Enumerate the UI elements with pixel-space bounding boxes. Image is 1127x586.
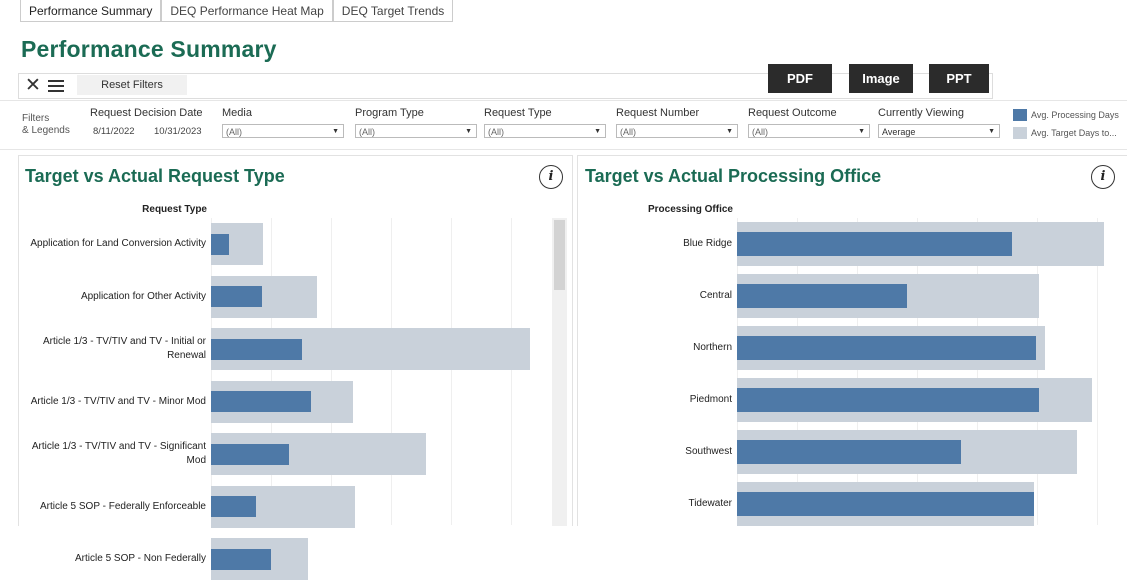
filter-bar: Filters & Legends Request Decision Date …	[0, 100, 1127, 150]
request-number-dropdown[interactable]: (All) ▼	[616, 124, 738, 138]
processing-office-panel-title: Target vs Actual Processing Office	[585, 166, 882, 186]
legend-swatch-target	[1013, 127, 1027, 139]
actual-bar[interactable]	[211, 496, 256, 518]
legend-label-target: Avg. Target Days to...	[1031, 128, 1117, 138]
category-label: Blue Ridge	[683, 238, 732, 249]
chevron-down-icon: ▼	[465, 128, 472, 135]
legends-label: & Legends	[22, 125, 70, 136]
category-label: Article 5 SOP - Non Federally	[75, 553, 206, 565]
actual-bar[interactable]	[211, 548, 272, 570]
category-label: Article 1/3 - TV/TIV and TV - Minor Mod	[30, 395, 206, 407]
scrollbar-thumb[interactable]	[554, 220, 565, 290]
close-icon[interactable]: ✕	[25, 76, 41, 96]
chevron-down-icon: ▼	[332, 128, 339, 135]
media-dropdown[interactable]: (All) ▼	[222, 124, 344, 138]
request-outcome-value: (All)	[752, 127, 768, 137]
category-label: Article 1/3 - TV/TIV and TV - Significan…	[31, 441, 206, 467]
category-label: Article 5 SOP - Federally Enforceable	[39, 500, 206, 512]
actual-bar[interactable]	[211, 338, 302, 360]
currently-viewing-title: Currently Viewing	[878, 107, 965, 119]
category-label: Article 1/3 - TV/TIV and TV - Initial or…	[42, 336, 206, 362]
actual-bar[interactable]	[211, 233, 229, 255]
category-label: Northern	[693, 342, 732, 353]
actual-bar[interactable]	[211, 443, 289, 465]
date-start[interactable]: 8/11/2022	[93, 126, 135, 137]
gridline	[331, 218, 332, 525]
category-label: Application for Land Conversion Activity	[30, 238, 206, 250]
currently-viewing-value: Average	[882, 127, 916, 137]
gridline	[451, 218, 452, 525]
program-type-value: (All)	[359, 127, 375, 137]
chevron-down-icon: ▼	[988, 128, 995, 135]
actual-bar[interactable]	[737, 388, 1040, 412]
filters-label: Filters	[22, 113, 50, 124]
request-type-value: (All)	[488, 127, 504, 137]
request-number-title: Request Number	[616, 107, 700, 119]
actual-bar[interactable]	[737, 440, 962, 464]
gridline	[511, 218, 512, 525]
request-number-value: (All)	[620, 127, 636, 137]
tab-performance-summary[interactable]: Performance Summary	[20, 0, 162, 22]
request-outcome-title: Request Outcome	[748, 107, 837, 119]
tab-bar: Performance Summary DEQ Performance Heat…	[0, 0, 454, 22]
program-type-dropdown[interactable]: (All) ▼	[355, 124, 477, 138]
category-label: Tidewater	[688, 498, 732, 509]
chevron-down-icon: ▼	[858, 128, 865, 135]
category-label: Application for Other Activity	[80, 290, 206, 302]
reset-filters-button[interactable]: Reset Filters	[77, 75, 187, 95]
request-type-column-header: Request Type	[142, 204, 207, 215]
menu-icon[interactable]	[48, 80, 64, 92]
actual-bar[interactable]	[737, 284, 908, 308]
image-button[interactable]: Image	[849, 64, 913, 93]
program-type-title: Program Type	[355, 107, 424, 119]
toolbar: ✕ Reset Filters	[18, 73, 993, 99]
category-label: Piedmont	[689, 394, 732, 405]
info-icon[interactable]: i	[539, 165, 563, 189]
actual-bar[interactable]	[211, 391, 312, 413]
request-type-title: Request Type	[484, 107, 552, 119]
actual-bar[interactable]	[737, 492, 1034, 516]
media-value: (All)	[226, 127, 242, 137]
request-type-dropdown[interactable]: (All) ▼	[484, 124, 606, 138]
actual-bar[interactable]	[737, 232, 1013, 256]
actual-bar[interactable]	[737, 336, 1036, 360]
ppt-button[interactable]: PPT	[929, 64, 989, 93]
chevron-down-icon: ▼	[726, 128, 733, 135]
media-title: Media	[222, 107, 252, 119]
info-icon[interactable]: i	[1091, 165, 1115, 189]
actual-bar[interactable]	[211, 286, 262, 308]
request-type-panel-title: Target vs Actual Request Type	[25, 166, 285, 186]
page-title: Performance Summary	[21, 36, 277, 62]
gridline	[271, 218, 272, 525]
tab-deq-target-trends[interactable]: DEQ Target Trends	[332, 0, 454, 22]
gridline	[391, 218, 392, 525]
legend-label-processing: Avg. Processing Days	[1031, 110, 1119, 120]
category-label: Central	[699, 290, 732, 301]
request-outcome-dropdown[interactable]: (All) ▼	[748, 124, 870, 138]
decision-date-title: Request Decision Date	[90, 107, 203, 119]
date-end[interactable]: 10/31/2023	[154, 126, 202, 137]
currently-viewing-dropdown[interactable]: Average ▼	[878, 124, 1000, 138]
pdf-button[interactable]: PDF	[768, 64, 832, 93]
category-label: Southwest	[685, 446, 732, 457]
tab-deq-performance-heat-map[interactable]: DEQ Performance Heat Map	[161, 0, 333, 22]
legend-swatch-processing	[1013, 109, 1027, 121]
processing-office-column-header: Processing Office	[647, 204, 733, 215]
chevron-down-icon: ▼	[594, 128, 601, 135]
